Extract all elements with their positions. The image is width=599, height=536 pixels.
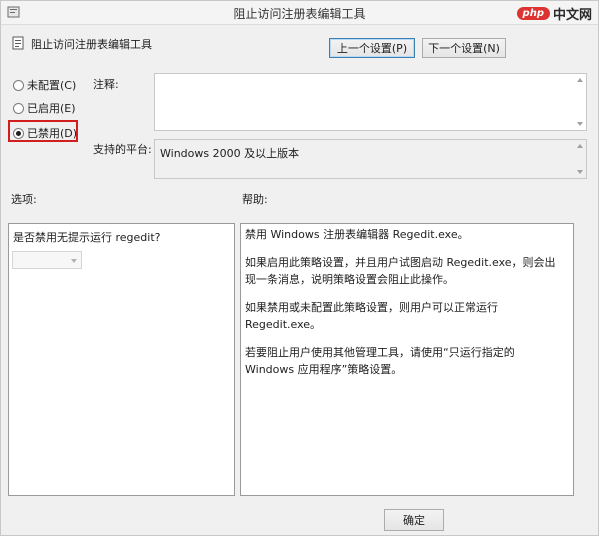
radio-button[interactable]	[13, 79, 24, 91]
help-heading: 帮助:	[242, 193, 268, 206]
scroll-down-icon[interactable]	[577, 122, 583, 126]
policy-dialog: 阻止访问注册表编辑工具 php 中文网 阻止访问注册表编辑工具 上一个设置(P)…	[0, 0, 599, 536]
title-bar[interactable]: 阻止访问注册表编辑工具 php 中文网	[1, 1, 598, 25]
help-panel: 禁用 Windows 注册表编辑器 Regedit.exe。 如果启用此策略设置…	[240, 223, 574, 496]
previous-setting-button[interactable]: 上一个设置(P)	[329, 38, 415, 58]
options-heading: 选项:	[11, 193, 37, 206]
next-setting-button[interactable]: 下一个设置(N)	[422, 38, 506, 58]
policy-setting-icon	[11, 36, 25, 50]
radio-label: 已启用(E)	[27, 102, 76, 115]
scroll-down-icon[interactable]	[577, 170, 583, 174]
comment-scrollbar[interactable]	[574, 74, 586, 130]
scroll-up-icon[interactable]	[577, 78, 583, 82]
help-paragraph: 若要阻止用户使用其他管理工具，请使用“只运行指定的 Windows 应用程序”策…	[245, 346, 515, 376]
watermark-text: 中文网	[552, 8, 592, 23]
help-paragraph: 禁用 Windows 注册表编辑器 Regedit.exe。	[245, 228, 469, 241]
radio-enabled[interactable]: 已启用(E)	[13, 100, 76, 116]
watermark-badge: php	[516, 7, 550, 20]
supported-scrollbar[interactable]	[574, 140, 586, 178]
help-paragraph: 如果启用此策略设置，并且用户试图启动 Regedit.exe，则会出现一条消息，…	[245, 256, 556, 286]
options-panel: 是否禁用无提示运行 regedit?	[8, 223, 235, 496]
policy-name: 阻止访问注册表编辑工具	[31, 38, 152, 51]
ok-button[interactable]: 确定	[384, 509, 444, 531]
window-title: 阻止访问注册表编辑工具	[233, 7, 366, 21]
help-paragraph: 如果禁用或未配置此策略设置，则用户可以正常运行 Regedit.exe。	[245, 301, 498, 331]
radio-label: 未配置(C)	[27, 79, 77, 92]
scroll-up-icon[interactable]	[577, 144, 583, 148]
comment-label: 注释:	[93, 78, 119, 91]
watermark-logo: php 中文网	[516, 4, 592, 23]
supported-platforms-box: Windows 2000 及以上版本	[154, 139, 587, 179]
selection-highlight	[8, 120, 78, 142]
supported-platforms-label: 支持的平台:	[93, 143, 152, 156]
comment-textbox[interactable]	[154, 73, 587, 131]
radio-not-configured[interactable]: 未配置(C)	[13, 77, 76, 93]
regedit-combo[interactable]	[12, 251, 82, 269]
option-question: 是否禁用无提示运行 regedit?	[13, 231, 161, 244]
supported-platforms-value: Windows 2000 及以上版本	[160, 147, 300, 160]
chevron-down-icon[interactable]	[71, 259, 77, 263]
radio-button[interactable]	[13, 102, 24, 114]
